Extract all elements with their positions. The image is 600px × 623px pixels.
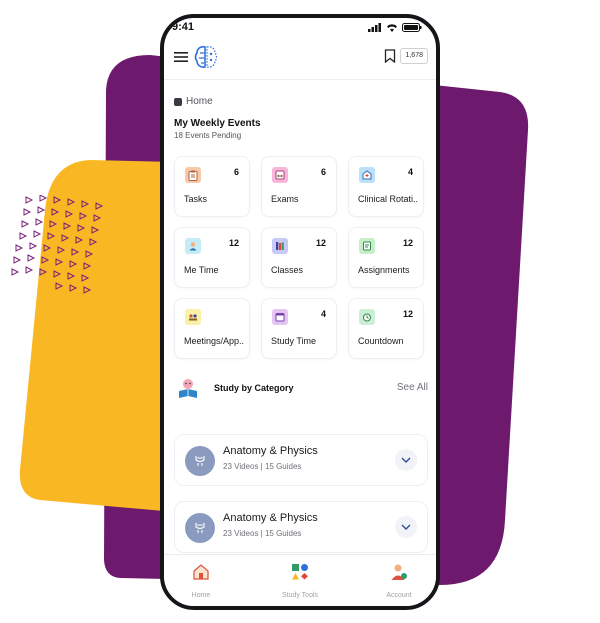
category-card[interactable]: Anatomy & Physics 23 Videos | 15 Guides [174,434,428,486]
status-bar: 9:41 [164,18,436,40]
phone-frame: 9:41 1,678 Home My Weekly Events 18 Even… [160,14,440,610]
events-title: My Weekly Events [174,118,261,129]
tile-assignments[interactable]: 12 Assignments [348,227,424,288]
tile-label: Classes [271,265,304,275]
points-badge[interactable]: 1,678 [400,48,428,64]
tile-label: Meetings/App.. [184,336,245,346]
status-icons [368,23,422,32]
bookmark-icon[interactable] [384,49,396,63]
tile-count: 6 [320,167,326,177]
category-meta: 23 Videos | 15 Guides [223,529,302,538]
app-header: 1,678 [164,40,436,80]
student-reading-icon [179,379,197,398]
see-all-link[interactable]: See All [397,382,428,393]
chevron-down-icon [401,457,411,463]
chevron-down-icon [401,524,411,530]
tile-count: 6 [233,167,239,177]
account-icon [391,564,407,580]
anatomy-icon [185,446,215,476]
status-time: 9:41 [172,21,195,33]
breadcrumb: Home [174,96,213,107]
tile-label: Clinical Rotati.. [358,194,419,204]
clipboard-icon [185,167,201,183]
tile-classes[interactable]: 12 Classes [261,227,337,288]
category-header: Study by Category See All [174,376,428,400]
expand-button[interactable] [395,516,417,538]
category-name: Anatomy & Physics [223,445,318,457]
exam-icon [272,167,288,183]
meeting-icon [185,309,201,325]
battery-icon [402,23,422,32]
tile-label: Study Time [271,336,317,346]
events-grid: 6 Tasks 6 Exams 4 Clinical Rotati.. 12 M… [174,156,428,359]
tile-exams[interactable]: 6 Exams [261,156,337,217]
tile-count: 12 [228,238,239,248]
category-meta: 23 Videos | 15 Guides [223,462,302,471]
tile-label: Countdown [358,336,404,346]
hamburger-menu-icon[interactable] [174,51,188,63]
books-icon [272,238,288,254]
nav-label: Account [386,592,412,599]
category-card[interactable]: Anatomy & Physics 23 Videos | 15 Guides [174,501,428,553]
nav-home[interactable]: Home [166,563,236,599]
breadcrumb-label[interactable]: Home [186,96,213,107]
tile-label: Exams [271,194,299,204]
person-icon [185,238,201,254]
triangle-pattern-decoration [11,195,104,294]
hospital-icon [359,167,375,183]
bottom-navigation: Home Study Tools Account [164,554,436,606]
tile-me-time[interactable]: 12 Me Time [174,227,250,288]
events-subtitle: 18 Events Pending [174,131,242,140]
tile-label: Assignments [358,265,410,275]
wifi-icon [387,24,397,32]
nav-label: Study Tools [281,592,319,599]
home-icon [193,564,209,580]
timer-icon [359,309,375,325]
nav-account[interactable]: Account [364,563,434,599]
category-name: Anatomy & Physics [223,512,318,524]
anatomy-icon [185,513,215,543]
tile-count: 12 [402,309,413,319]
brain-logo-icon[interactable] [194,44,218,70]
tile-count: 12 [315,238,326,248]
tile-meetings[interactable]: Meetings/App.. [174,298,250,359]
assignment-icon [359,238,375,254]
main-content: Home My Weekly Events 18 Events Pending … [164,80,436,558]
home-small-icon [174,97,182,106]
tile-clinical-rotations[interactable]: 4 Clinical Rotati.. [348,156,424,217]
tile-countdown[interactable]: 12 Countdown [348,298,424,359]
tile-label: Tasks [184,194,208,204]
expand-button[interactable] [395,449,417,471]
nav-study-tools[interactable]: Study Tools [265,563,335,599]
nav-label: Home [191,592,211,599]
tile-label: Me Time [184,265,219,275]
signal-icon [368,23,381,32]
tile-count: 4 [320,309,326,319]
calendar-icon [272,309,288,325]
category-title: Study by Category [214,383,294,393]
shapes-icon [292,564,308,580]
tile-count: 4 [407,167,413,177]
tile-study-time[interactable]: 4 Study Time [261,298,337,359]
tile-count: 12 [402,238,413,248]
tile-tasks[interactable]: 6 Tasks [174,156,250,217]
